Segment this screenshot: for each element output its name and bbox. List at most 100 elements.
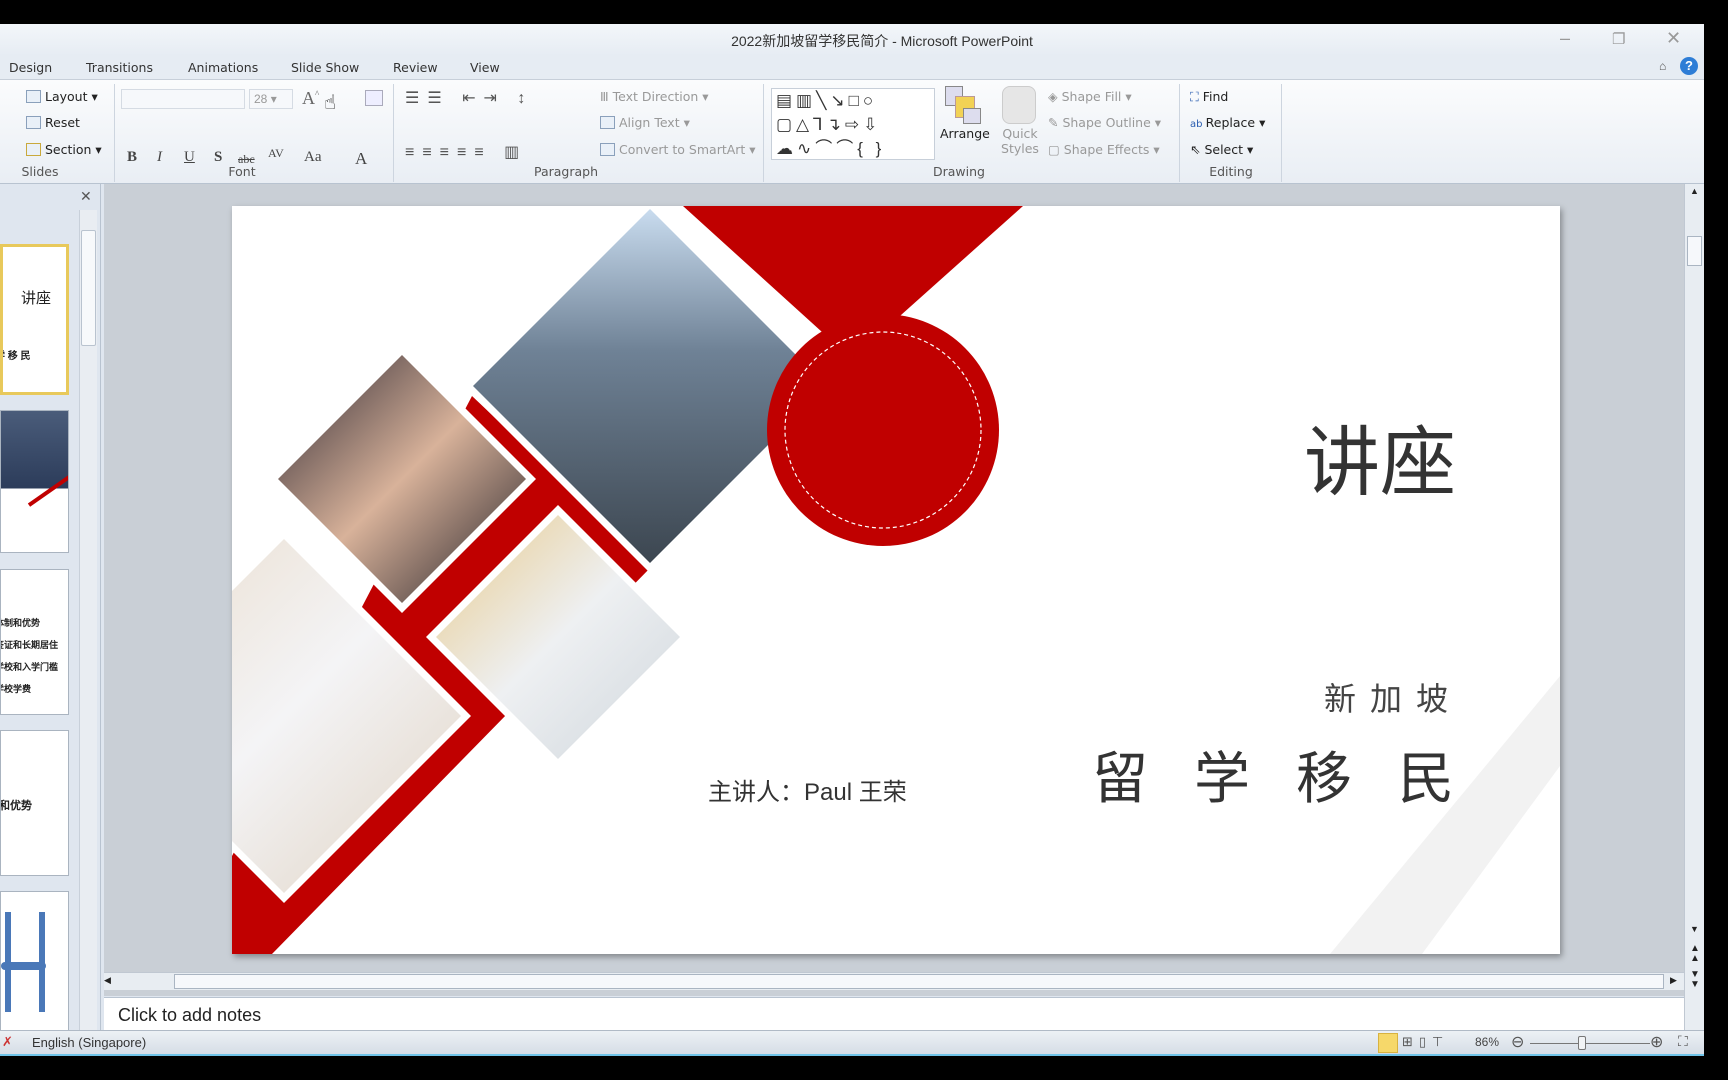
slide-thumbnail-1[interactable]: 讲座 学 移 民 [0,244,69,395]
zoom-level[interactable]: 86% [1475,1035,1499,1049]
previous-slide-icon[interactable]: ▲ ▲ [1690,944,1700,964]
underline-button[interactable]: U [184,149,195,166]
section-button[interactable]: Section ▾ [26,142,102,157]
convert-smartart-button[interactable]: Convert to SmartArt ▾ [600,142,756,157]
status-bar: ✗ English (Singapore) ⊞▯⊤ 86% ⊖ ⊕ ⛶ [0,1030,1704,1056]
ribbon: Layout ▾ Reset Section ▾ Slides 28 ▾ A^ … [0,80,1704,184]
help-icon[interactable]: ? [1680,57,1698,75]
shape-effects-button[interactable]: ▢ Shape Effects ▾ [1048,142,1160,157]
fit-to-window-icon[interactable]: ⛶ [1678,1033,1688,1050]
view-buttons[interactable]: ⊞▯⊤ [1402,1034,1449,1050]
slide-thumbnail-3[interactable]: 体制和优势签证和长期居住学校和入学门槛学校学费 [0,569,69,715]
zoom-slider-thumb[interactable] [1578,1036,1586,1050]
close-button[interactable]: ✕ [1666,28,1681,49]
divider [1281,84,1282,182]
binoculars-icon: ⛶ [1190,89,1203,104]
replace-icon: ab [1190,119,1206,130]
change-case-button[interactable]: Aa [304,149,322,166]
arrange-button[interactable]: Arrange [940,126,990,141]
divider [1179,84,1180,182]
group-label-editing: Editing [1209,164,1253,179]
text-direction-button[interactable]: Ⅲ Text Direction ▾ [600,89,709,104]
notes-pane[interactable]: Click to add notes [104,997,1684,1030]
powerpoint-window: 2022新加坡留学移民简介 - Microsoft PowerPoint – ❐… [0,24,1704,1056]
tab-design[interactable]: Design [9,60,52,75]
pointer-icon: ⇖ [1190,142,1205,157]
align-text-button[interactable]: Align Text ▾ [600,115,690,130]
divider [763,84,764,182]
scroll-thumb[interactable] [174,974,1664,989]
reset-icon [26,116,41,129]
slide-thumbnail-2[interactable] [0,410,69,553]
zoom-slider[interactable] [1530,1043,1650,1044]
font-color-button[interactable]: A [355,149,367,169]
grow-font-icon[interactable]: A^ [302,88,319,109]
zoom-out-icon[interactable]: ⊖ [1511,1032,1524,1052]
reset-button[interactable]: Reset [26,115,80,130]
shapes-gallery[interactable]: ▤▥╲↘□○ ▢△⅂↴⇨⇩ ☁∿⌒⌒{ } [771,88,935,160]
minimize-ribbon-icon[interactable]: ⌂ [1659,59,1666,73]
divider [114,84,115,182]
clear-formatting-icon[interactable] [365,90,383,106]
language-indicator[interactable]: English (Singapore) [32,1035,146,1050]
spelling-check-icon[interactable]: ✗ [2,1034,13,1050]
vertical-scrollbar[interactable]: ▲ ▼ ▲ ▲ ▼ ▼ [1684,184,1704,1030]
find-button[interactable]: ⛶ Find [1190,89,1228,105]
paint-bucket-icon: ◈ [1048,89,1062,104]
pencil-icon: ✎ [1048,115,1063,130]
zoom-in-icon[interactable]: ⊕ [1650,1032,1663,1052]
slide-subtitle-large: 留学移民 [1092,747,1500,810]
shape-fill-button[interactable]: ◈ Shape Fill ▾ [1048,89,1132,104]
slide-thumbnail-pane: ✕ 讲座 学 移 民 体制和优势签证和长期居住学校和入学门槛学校学费 和优势 [0,184,101,1036]
text-direction-icon: Ⅲ [600,89,613,104]
slide-thumbnail-4[interactable]: 和优势 [0,730,69,876]
slide-title: 讲座 [1304,418,1456,507]
slide-subtitle-small: 新加坡 [1323,681,1462,717]
tab-slide-show[interactable]: Slide Show [291,60,359,75]
section-icon [26,143,41,156]
list-buttons[interactable]: ☰☰ ⇤⇥ ↕ [405,88,533,108]
bold-button[interactable]: B [127,149,137,166]
tab-review[interactable]: Review [393,60,438,75]
font-name-combo[interactable] [121,89,245,109]
italic-button[interactable]: I [157,149,162,166]
replace-button[interactable]: ab Replace ▾ [1190,115,1265,130]
smartart-icon [600,143,615,156]
ribbon-tabs: Design Transitions Animations Slide Show… [0,56,1704,80]
tab-view[interactable]: View [470,60,500,75]
title-bar: 2022新加坡留学移民简介 - Microsoft PowerPoint – ❐… [0,24,1704,56]
layout-button[interactable]: Layout ▾ [26,89,98,104]
normal-view-button[interactable] [1378,1033,1398,1053]
thumbnail-scrollbar[interactable] [79,210,97,1030]
close-pane-icon[interactable]: ✕ [80,188,92,205]
scroll-thumb[interactable] [1687,236,1702,266]
group-label-font: Font [228,164,256,179]
align-text-icon [600,116,615,129]
arrange-icon [945,86,983,126]
font-size-combo[interactable]: 28 ▾ [249,89,293,109]
next-slide-icon[interactable]: ▼ ▼ [1690,970,1700,990]
shape-outline-button[interactable]: ✎ Shape Outline ▾ [1048,115,1161,130]
shadow-button[interactable]: S [214,149,222,166]
slide-graphics [232,206,1560,954]
red-circle [767,314,999,546]
group-label-drawing: Drawing [933,164,985,179]
select-button[interactable]: ⇖ Select ▾ [1190,142,1253,157]
character-spacing-button[interactable]: AV [268,146,284,161]
notes-placeholder[interactable]: Click to add notes [118,1005,261,1026]
quick-styles-button[interactable]: Quick Styles [1000,126,1040,156]
shape-effects-icon: ▢ [1048,142,1064,157]
slide-thumbnail-5[interactable] [0,891,69,1036]
slide-canvas[interactable]: 讲座 新加坡 留学移民 主讲人：Paul 王荣 [232,206,1560,954]
minimize-button[interactable]: – [1560,28,1570,49]
quick-styles-icon [1002,86,1036,124]
mouse-cursor-icon: ☝ [324,92,337,114]
horizontal-scrollbar[interactable]: ◀ ▶ [104,972,1684,990]
speaker-text: 主讲人：Paul 王荣 [708,779,907,806]
tab-transitions[interactable]: Transitions [86,60,153,75]
window-title: 2022新加坡留学移民简介 - Microsoft PowerPoint [731,33,1033,49]
alignment-buttons[interactable]: ≡≡≡≡≡ ▥ [405,142,527,162]
tab-animations[interactable]: Animations [188,60,258,75]
restore-button[interactable]: ❐ [1612,30,1625,48]
scroll-thumb[interactable] [81,230,96,346]
